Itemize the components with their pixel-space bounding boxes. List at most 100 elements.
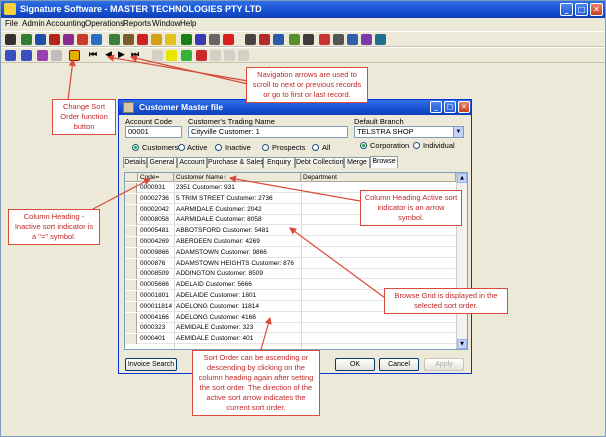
- group-icon[interactable]: [37, 50, 48, 61]
- money-icon[interactable]: [181, 34, 192, 45]
- ok-button[interactable]: OK: [335, 358, 375, 371]
- truck-icon[interactable]: [123, 34, 134, 45]
- menu-admin[interactable]: Admin: [22, 19, 45, 28]
- row-selector[interactable]: [125, 247, 137, 258]
- eraser-icon[interactable]: [319, 34, 330, 45]
- row-selector[interactable]: [125, 312, 137, 323]
- radio-prospects[interactable]: [262, 144, 269, 151]
- add-icon[interactable]: [181, 50, 192, 61]
- save-icon[interactable]: [210, 50, 221, 61]
- dialog-minimize-button[interactable]: _: [430, 101, 442, 113]
- tab-account[interactable]: Account: [177, 157, 207, 168]
- chevron-down-icon[interactable]: ▼: [453, 127, 463, 137]
- calculator-icon[interactable]: [303, 34, 314, 45]
- car-icon[interactable]: [137, 34, 148, 45]
- runner-icon[interactable]: [5, 34, 16, 45]
- report-icon[interactable]: [91, 34, 102, 45]
- eraser-small-icon[interactable]: [51, 50, 62, 61]
- network-icon[interactable]: [347, 34, 358, 45]
- alert-icon[interactable]: [223, 34, 234, 45]
- last-record-button[interactable]: ⏭: [131, 50, 139, 61]
- cup-icon[interactable]: [151, 34, 162, 45]
- row-selector[interactable]: [125, 323, 137, 334]
- new-record-icon[interactable]: [152, 50, 163, 61]
- menu-window[interactable]: Window: [152, 19, 180, 28]
- sort-order-icon[interactable]: [69, 50, 80, 61]
- arrow-right-icon[interactable]: [109, 34, 120, 45]
- department-column-header[interactable]: Department: [301, 173, 456, 182]
- tab-browse[interactable]: Browse: [370, 156, 398, 168]
- radio-corporation[interactable]: [360, 142, 367, 149]
- menu-help[interactable]: Help: [180, 19, 196, 28]
- tab-purchase-sales[interactable]: Purchase & Sales: [207, 157, 264, 168]
- code-column-header[interactable]: Code=: [138, 173, 174, 182]
- radio-all[interactable]: [312, 144, 319, 151]
- row-selector[interactable]: [125, 237, 137, 247]
- prev-record-button[interactable]: ◀: [105, 50, 112, 61]
- menu-operations[interactable]: Operations: [85, 19, 124, 28]
- branch-select[interactable]: TELSTRA SHOP ▼: [354, 126, 464, 138]
- ledger-icon[interactable]: [21, 34, 32, 45]
- table-row[interactable]: 00005481 ABBOTSFORD Customer: 5481: [125, 226, 455, 237]
- row-selector[interactable]: [125, 269, 137, 280]
- pen-icon[interactable]: [209, 34, 220, 45]
- maximize-button[interactable]: □: [575, 3, 588, 16]
- radio-customers[interactable]: [132, 144, 139, 151]
- radio-active[interactable]: [178, 144, 185, 151]
- apply-button[interactable]: Apply: [424, 358, 464, 371]
- tab-merge[interactable]: Merge: [344, 157, 370, 168]
- invoice-search-button[interactable]: Invoice Search: [125, 358, 177, 371]
- email-icon[interactable]: [195, 34, 206, 45]
- menu-file[interactable]: File: [5, 19, 18, 28]
- table-row[interactable]: 0000323 AEMIDALE Customer: 323: [125, 323, 455, 334]
- menu-accounting[interactable]: Accounting: [46, 19, 86, 28]
- account-code-field[interactable]: 00001: [125, 126, 182, 138]
- next-record-button[interactable]: ▶: [118, 50, 125, 61]
- refresh-icon[interactable]: [238, 50, 249, 61]
- menu-reports[interactable]: Reports: [123, 19, 151, 28]
- settings-icon[interactable]: [361, 34, 372, 45]
- user-icon[interactable]: [5, 50, 16, 61]
- tab-enquiry[interactable]: Enquiry: [263, 157, 295, 168]
- row-selector[interactable]: [125, 193, 137, 204]
- row-selector[interactable]: [125, 280, 137, 291]
- tab-details[interactable]: Details: [123, 157, 147, 168]
- music-icon[interactable]: [259, 34, 270, 45]
- table-row[interactable]: 00004166 ADELONG Customer: 4166: [125, 312, 455, 323]
- table-row[interactable]: 00009866 ADAMSTOWN Customer: 9866: [125, 247, 455, 258]
- row-selector[interactable]: [125, 258, 137, 269]
- minimize-button[interactable]: _: [560, 3, 573, 16]
- first-record-button[interactable]: ⏮: [89, 50, 97, 61]
- table-row[interactable]: 0000401 AEMIDALE Customer: 401: [125, 334, 455, 345]
- close-button[interactable]: ✕: [590, 3, 603, 16]
- document-icon[interactable]: [289, 34, 300, 45]
- cancel-button[interactable]: Cancel: [379, 358, 419, 371]
- folder-icon[interactable]: [49, 34, 60, 45]
- row-selector[interactable]: [125, 334, 137, 345]
- trading-name-field[interactable]: Cityville Customer: 1: [188, 126, 348, 138]
- table-row[interactable]: 00008509 ADDINGTON Customer: 8509: [125, 269, 455, 280]
- chart-icon[interactable]: [273, 34, 284, 45]
- table-row[interactable]: 0000876 ADAMSTOWN HEIGHTS Customer: 876: [125, 258, 455, 269]
- cancel-icon[interactable]: [224, 50, 235, 61]
- name-column-header[interactable]: Customer Name↑: [174, 173, 301, 182]
- print-icon[interactable]: [375, 34, 386, 45]
- banana-icon[interactable]: [165, 34, 176, 45]
- flag-icon[interactable]: [166, 50, 177, 61]
- row-selector[interactable]: [125, 183, 137, 193]
- delete-icon[interactable]: [196, 50, 207, 61]
- radio-individual[interactable]: [413, 142, 420, 149]
- users-icon[interactable]: [21, 50, 32, 61]
- book-icon[interactable]: [35, 34, 46, 45]
- transfer-icon[interactable]: [63, 34, 74, 45]
- dialog-maximize-button[interactable]: □: [444, 101, 456, 113]
- tab-general[interactable]: General: [147, 157, 177, 168]
- stop-icon[interactable]: [77, 34, 88, 45]
- scroll-down-icon[interactable]: ▼: [457, 339, 467, 349]
- grid-icon[interactable]: [245, 34, 256, 45]
- row-selector[interactable]: [125, 301, 137, 312]
- dialog-close-button[interactable]: ✕: [458, 101, 470, 113]
- tab-debt-collection[interactable]: Debt Collection: [295, 157, 344, 168]
- scroll-up-icon[interactable]: ▲: [457, 173, 467, 183]
- row-selector[interactable]: [125, 204, 137, 215]
